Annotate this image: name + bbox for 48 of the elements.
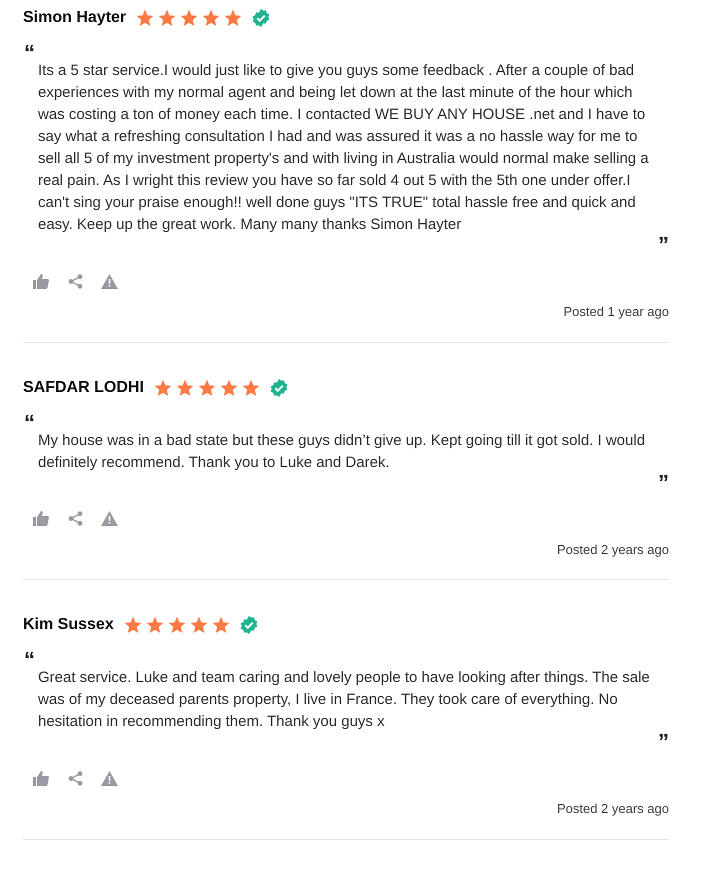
star-icon	[135, 8, 156, 28]
star-icon	[201, 8, 222, 28]
like-button[interactable]	[32, 272, 50, 290]
star-icon	[157, 8, 178, 28]
warning-icon	[100, 274, 118, 288]
star-icon	[210, 615, 231, 635]
open-quote: “	[24, 416, 36, 430]
share-button[interactable]	[66, 272, 84, 290]
review-text: Great service. Luke and team caring and lovely people to have looking after things. The sale was of my deceased parents property, I live in France. They took care of everything. No hesitation in recommending them. Thank you guys x	[38, 668, 651, 732]
report-button[interactable]	[100, 769, 118, 787]
reviewer-name: Simon Hayter	[23, 8, 126, 28]
open-quote: “	[24, 46, 36, 60]
thumbs-up-icon	[33, 770, 49, 786]
report-button[interactable]	[100, 510, 118, 528]
star-icon	[122, 615, 143, 635]
star-icon	[179, 8, 200, 28]
posted-date: Posted 2 years ago	[556, 540, 669, 559]
close-quote: ”	[658, 238, 669, 252]
reviewer-name: Kim Sussex	[23, 615, 114, 635]
open-quote: “	[24, 653, 36, 667]
thumbs-up-icon	[33, 511, 49, 526]
close-quote: ”	[658, 476, 669, 490]
report-button[interactable]	[100, 272, 118, 290]
star-icon	[152, 378, 173, 398]
like-button[interactable]	[32, 510, 50, 528]
share-button[interactable]	[66, 510, 84, 528]
share-icon	[68, 770, 82, 786]
star-icon	[166, 615, 187, 635]
review-text: Its a 5 star service.I would just like to give you guys some feedback . After a couple of bad experiences with my normal agent and being let down at the last minute of the hour which was costing a ton of money each time. I contacted WE BUY ANY HOUSE .net and I have to say what a refreshing consultation I had and was assured it was a no hassle way for me to sell all 5 of my investment property's and with living in Australia would normal make selling a real pain. As I wright this review you have so far sold 4 out 5 with the 5th one under offer.I can't sing your praise enough!! well done guys "ITS TRUE" total hassle free and quick and easy. Keep up the great work. Many many thanks Simon Hayter	[38, 61, 650, 235]
warning-icon	[100, 511, 118, 526]
reviewer-name: SAFDAR LODHI	[23, 378, 144, 398]
posted-date: Posted 1 year ago	[563, 303, 669, 321]
share-icon	[68, 274, 82, 288]
star-icon	[144, 615, 165, 635]
star-icon	[174, 378, 195, 398]
thumbs-up-icon	[33, 274, 49, 288]
star-icon	[188, 615, 209, 635]
share-button[interactable]	[66, 769, 84, 787]
star-icon	[218, 378, 239, 398]
like-button[interactable]	[32, 769, 50, 787]
star-icon	[240, 378, 261, 398]
star-icon	[196, 378, 217, 398]
share-icon	[68, 511, 82, 526]
star-icon	[223, 8, 244, 28]
posted-date: Posted 2 years ago	[556, 800, 669, 818]
warning-icon	[100, 770, 118, 786]
review-text: My house was in a bad state but these guys didn’t give up. Kept going till it got sold. I would definitely recommend. Thank you to Luke and Darek.	[38, 430, 646, 472]
close-quote: ”	[658, 735, 669, 749]
